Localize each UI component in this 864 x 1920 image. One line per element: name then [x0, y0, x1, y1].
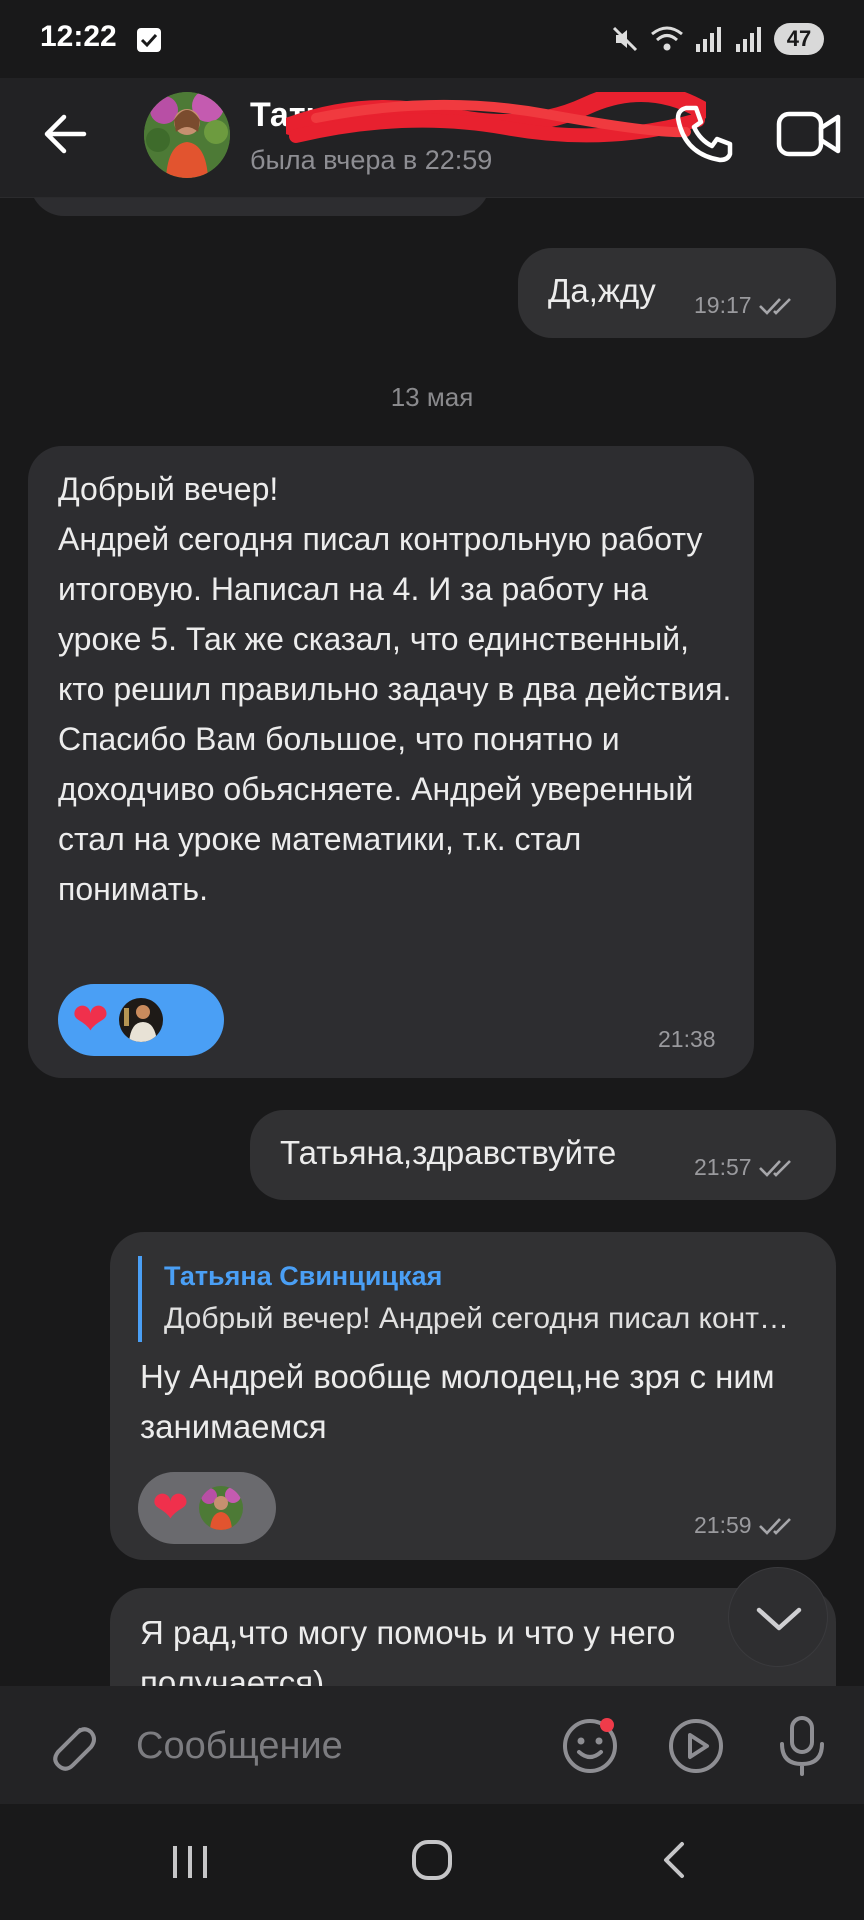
- system-back-button[interactable]: [656, 1840, 692, 1880]
- reply-snippet: Добрый вечер! Андрей сегодня писал контр…: [164, 1302, 794, 1335]
- reply-author: Татьяна Свинцицкая: [164, 1261, 443, 1291]
- message-incoming[interactable]: Добрый вечер! Андрей сегодня писал контр…: [28, 446, 754, 1078]
- reaction-chip[interactable]: ❤: [138, 1472, 276, 1544]
- status-bar: 12:22 47: [0, 0, 864, 78]
- home-icon: [412, 1840, 452, 1880]
- notification-check-icon: [137, 28, 161, 52]
- message-text: Добрый вечер! Андрей сегодня писал контр…: [58, 471, 732, 907]
- message-text: Да,жду: [548, 272, 656, 309]
- recents-icon: [173, 1846, 207, 1878]
- message-outgoing[interactable]: Да,жду 19:17: [518, 248, 836, 338]
- contact-avatar[interactable]: [144, 92, 230, 178]
- back-button[interactable]: [36, 104, 96, 164]
- double-check-icon: [758, 1517, 791, 1535]
- last-seen-status: была вчера в 22:59: [250, 145, 493, 175]
- status-time: 12:22: [40, 20, 117, 53]
- message-outgoing-reply[interactable]: Татьяна Свинцицкая Добрый вечер! Андрей …: [110, 1232, 836, 1560]
- chevron-left-icon: [664, 1842, 684, 1878]
- reply-quote[interactable]: Татьяна Свинцицкая Добрый вечер! Андрей …: [138, 1256, 794, 1342]
- date-separator: 13 мая: [390, 382, 474, 412]
- video-camera-icon: [776, 111, 841, 157]
- wifi-icon: [651, 26, 683, 51]
- phone-icon: [675, 105, 733, 163]
- message-meta: 19:17: [694, 292, 798, 319]
- chevron-down-icon: [756, 1607, 802, 1631]
- signal-icon: [696, 27, 721, 52]
- previous-message-edge: [30, 198, 490, 216]
- message-time: 21:38: [658, 1026, 716, 1052]
- signal-icon-2: [736, 27, 761, 52]
- heart-reaction-icon: ❤: [152, 1483, 189, 1532]
- composer-bar: [0, 1686, 864, 1804]
- message-time: 19:17: [694, 292, 752, 318]
- double-check-icon: [758, 297, 791, 315]
- message-meta: 21:59: [694, 1512, 798, 1539]
- arrow-left-icon: [44, 114, 87, 154]
- reaction-chip[interactable]: ❤: [58, 984, 224, 1056]
- paperclip-icon: [53, 1727, 96, 1771]
- status-icons: 47: [610, 22, 824, 56]
- message-time: 21:59: [694, 1512, 752, 1538]
- message-list[interactable]: Да,жду 19:17 13 мая Добрый вечер! Андрей…: [0, 198, 864, 1686]
- message-outgoing[interactable]: Татьяна,здравствуйте 21:57: [250, 1110, 836, 1200]
- message-meta: 21:57: [694, 1154, 798, 1181]
- system-nav-bar: [0, 1804, 864, 1920]
- reactor-avatar: [118, 998, 163, 1042]
- microphone-icon: [780, 1716, 824, 1776]
- battery-level: 47: [786, 26, 812, 51]
- message-text: Ну Андрей вообще молодец,не зря с ним за…: [140, 1358, 784, 1445]
- attach-button[interactable]: [40, 1716, 100, 1776]
- recents-button[interactable]: [170, 1844, 210, 1880]
- video-message-icon: [669, 1719, 723, 1773]
- scroll-to-bottom-button[interactable]: [728, 1567, 828, 1667]
- message-input[interactable]: [136, 1716, 536, 1776]
- voice-message-button[interactable]: [774, 1714, 830, 1778]
- video-call-button[interactable]: [776, 108, 842, 160]
- message-outgoing[interactable]: Я рад,что могу помочь и что у него получ…: [110, 1588, 836, 1686]
- mute-icon: [612, 26, 638, 52]
- chat-header: Татьяна была вчера в 22:59: [0, 78, 864, 198]
- new-badge-dot: [600, 1718, 614, 1732]
- double-check-icon: [758, 1159, 791, 1177]
- battery-indicator: 47: [774, 23, 824, 55]
- message-text: Татьяна,здравствуйте: [280, 1134, 617, 1171]
- call-button[interactable]: [672, 102, 736, 166]
- home-button[interactable]: [410, 1838, 454, 1882]
- message-time: 21:57: [694, 1154, 752, 1180]
- heart-reaction-icon: ❤: [72, 995, 109, 1044]
- message-text: Я рад,что могу помочь и что у него получ…: [140, 1614, 685, 1686]
- video-message-button[interactable]: [666, 1716, 726, 1776]
- reactor-avatar: [198, 1486, 243, 1530]
